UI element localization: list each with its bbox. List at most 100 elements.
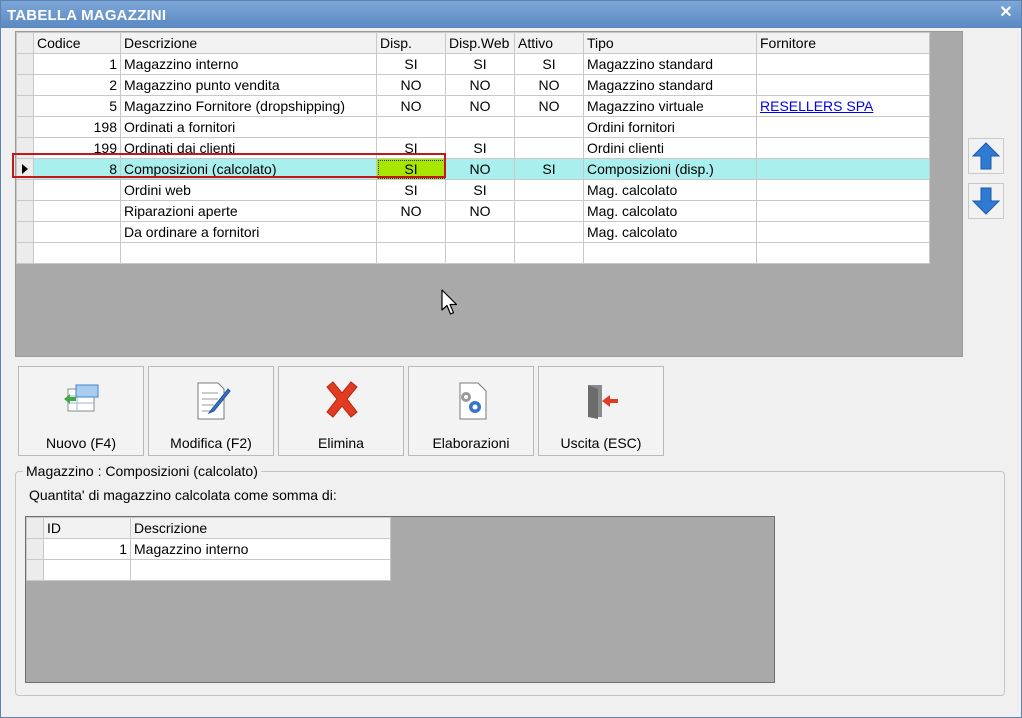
- table-row[interactable]: 5 Magazzino Fornitore (dropshipping) NO NO N…: [16, 95, 930, 117]
- cell-attivo[interactable]: [514, 221, 584, 243]
- cell-disp[interactable]: NO: [376, 200, 446, 222]
- new-button[interactable]: Nuovo (F4): [18, 366, 144, 456]
- cell-codice[interactable]: 5: [33, 95, 121, 117]
- row-indicator[interactable]: [26, 538, 44, 560]
- move-up-button[interactable]: [968, 138, 1004, 174]
- empty-cell[interactable]: [33, 242, 121, 264]
- cell-disp[interactable]: NO: [376, 74, 446, 96]
- cell-attivo[interactable]: [514, 200, 584, 222]
- col-header-fornitore[interactable]: Fornitore: [756, 32, 930, 54]
- cell-disp[interactable]: SI: [376, 179, 446, 201]
- cell-fornitore[interactable]: [756, 179, 930, 201]
- table-row[interactable]: 1 Magazzino interno SI SI SI Magazzino standa…: [16, 53, 930, 75]
- cell-descrizione[interactable]: Magazzino Fornitore (dropshipping): [120, 95, 377, 117]
- cell-attivo[interactable]: SI: [514, 158, 584, 180]
- cell-disp-web[interactable]: [445, 221, 515, 243]
- cell-codice[interactable]: [33, 200, 121, 222]
- cell-disp-web[interactable]: [445, 116, 515, 138]
- table-row[interactable]: Da ordinare a fornitori Mag. calcolato: [16, 221, 930, 243]
- empty-cell[interactable]: [120, 242, 377, 264]
- cell-descrizione[interactable]: Ordini web: [120, 179, 377, 201]
- col-header-attivo[interactable]: Attivo: [514, 32, 584, 54]
- col-header-tipo[interactable]: Tipo: [583, 32, 757, 54]
- cell-tipo[interactable]: Ordini clienti: [583, 137, 757, 159]
- table-row-empty[interactable]: [16, 242, 930, 264]
- cell-tipo[interactable]: Magazzino virtuale: [583, 95, 757, 117]
- cell-descrizione[interactable]: Riparazioni aperte: [120, 200, 377, 222]
- warehouses-grid[interactable]: Codice Descrizione Disp. Disp.Web Attivo…: [15, 31, 963, 357]
- cell-codice[interactable]: 198: [33, 116, 121, 138]
- empty-cell[interactable]: [445, 242, 515, 264]
- row-indicator[interactable]: [16, 179, 34, 201]
- empty-cell[interactable]: [514, 242, 584, 264]
- cell-codice[interactable]: 1: [33, 53, 121, 75]
- cell-fornitore[interactable]: [756, 53, 930, 75]
- cell-attivo[interactable]: [514, 179, 584, 201]
- table-row[interactable]: 198 Ordinati a fornitori Ordini fornitori: [16, 116, 930, 138]
- empty-cell[interactable]: [130, 559, 391, 581]
- col-header-descrizione[interactable]: Descrizione: [120, 32, 377, 54]
- row-indicator[interactable]: [16, 53, 34, 75]
- row-indicator[interactable]: [16, 137, 34, 159]
- cell-attivo[interactable]: [514, 116, 584, 138]
- cell-disp-web[interactable]: NO: [445, 158, 515, 180]
- cell-fornitore[interactable]: [756, 158, 930, 180]
- cell-fornitore[interactable]: RESELLERS SPA: [756, 95, 930, 117]
- empty-cell[interactable]: [583, 242, 757, 264]
- cell-attivo[interactable]: SI: [514, 53, 584, 75]
- empty-cell[interactable]: [756, 242, 930, 264]
- row-indicator[interactable]: [16, 221, 34, 243]
- move-down-button[interactable]: [968, 183, 1004, 219]
- cell-disp[interactable]: SI: [376, 158, 446, 180]
- list-item-empty[interactable]: [26, 559, 391, 581]
- empty-cell[interactable]: [43, 559, 131, 581]
- cell-tipo[interactable]: Magazzino standard: [583, 53, 757, 75]
- cell-fornitore[interactable]: [756, 200, 930, 222]
- cell-disp[interactable]: SI: [376, 137, 446, 159]
- cell-disp[interactable]: [376, 116, 446, 138]
- row-indicator[interactable]: [16, 95, 34, 117]
- row-indicator[interactable]: [16, 158, 34, 180]
- row-indicator[interactable]: [16, 200, 34, 222]
- cell-disp-web[interactable]: NO: [445, 200, 515, 222]
- edit-button[interactable]: Modifica (F2): [148, 366, 274, 456]
- col-header-descrizione-2[interactable]: Descrizione: [130, 517, 391, 539]
- cell-attivo[interactable]: [514, 137, 584, 159]
- table-row[interactable]: 199 Ordinati dai clienti SI SI Ordini client…: [16, 137, 930, 159]
- components-grid[interactable]: ID Descrizione 1 Magazzino interno: [25, 516, 775, 683]
- cell-tipo[interactable]: Mag. calcolato: [583, 200, 757, 222]
- cell-disp[interactable]: [376, 221, 446, 243]
- table-row[interactable]: 8 Composizioni (calcolato) SI NO SI Composizi…: [16, 158, 930, 180]
- col-header-disp-web[interactable]: Disp.Web: [445, 32, 515, 54]
- cell-descrizione[interactable]: Ordinati a fornitori: [120, 116, 377, 138]
- list-item[interactable]: 1 Magazzino interno: [26, 538, 391, 560]
- cell-descrizione[interactable]: Magazzino interno: [120, 53, 377, 75]
- cell-codice[interactable]: 2: [33, 74, 121, 96]
- col-header-codice[interactable]: Codice: [33, 32, 121, 54]
- cell-codice[interactable]: [33, 221, 121, 243]
- table-row[interactable]: 2 Magazzino punto vendita NO NO NO Magazzino …: [16, 74, 930, 96]
- exit-button[interactable]: Uscita (ESC): [538, 366, 664, 456]
- cell-id[interactable]: 1: [43, 538, 131, 560]
- cell-tipo[interactable]: Mag. calcolato: [583, 179, 757, 201]
- cell-descrizione[interactable]: Magazzino interno: [130, 538, 391, 560]
- cell-descrizione[interactable]: Ordinati dai clienti: [120, 137, 377, 159]
- cell-fornitore[interactable]: [756, 74, 930, 96]
- cell-disp-web[interactable]: SI: [445, 179, 515, 201]
- cell-disp-web[interactable]: NO: [445, 95, 515, 117]
- cell-descrizione[interactable]: Magazzino punto vendita: [120, 74, 377, 96]
- cell-descrizione[interactable]: Da ordinare a fornitori: [120, 221, 377, 243]
- cell-codice[interactable]: [33, 179, 121, 201]
- title-bar[interactable]: TABELLA MAGAZZINI ✕: [1, 1, 1021, 28]
- row-indicator[interactable]: [16, 116, 34, 138]
- cell-tipo[interactable]: Mag. calcolato: [583, 221, 757, 243]
- process-button[interactable]: Elaborazioni: [408, 366, 534, 456]
- cell-codice[interactable]: 199: [33, 137, 121, 159]
- cell-tipo[interactable]: Ordini fornitori: [583, 116, 757, 138]
- cell-tipo[interactable]: Magazzino standard: [583, 74, 757, 96]
- cell-tipo[interactable]: Composizioni (disp.): [583, 158, 757, 180]
- cell-fornitore[interactable]: [756, 137, 930, 159]
- col-header-id[interactable]: ID: [43, 517, 131, 539]
- cell-descrizione[interactable]: Composizioni (calcolato): [120, 158, 377, 180]
- table-row[interactable]: Ordini web SI SI Mag. calcolato: [16, 179, 930, 201]
